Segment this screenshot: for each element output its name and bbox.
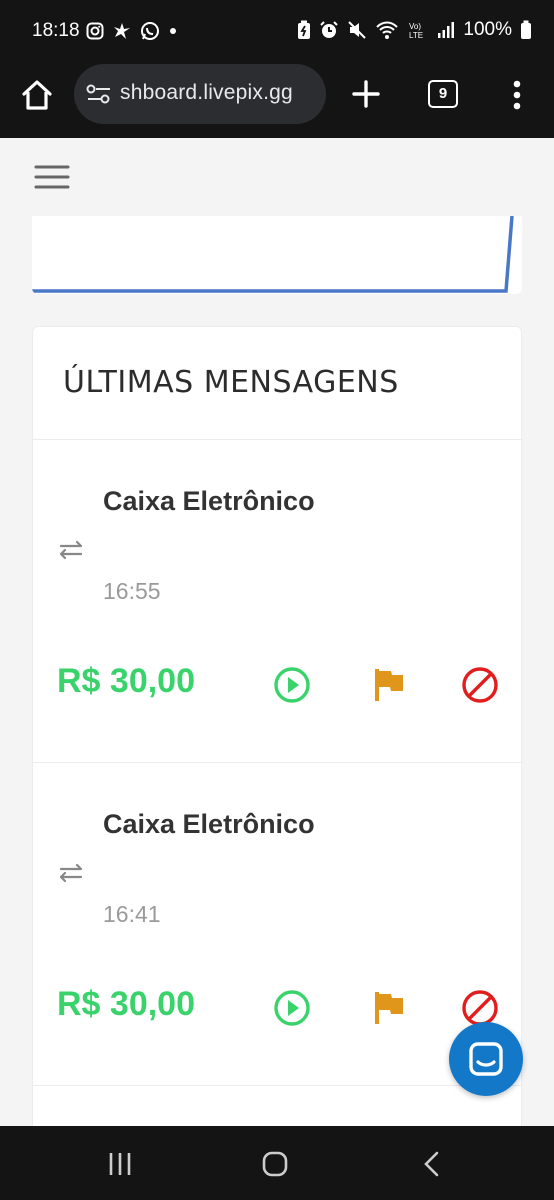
browser-chrome: 18:18 Vo) LTE 100% shboard.livepix.gg 9: [0, 0, 554, 138]
transfer-icon: [59, 863, 83, 883]
divider: [33, 1085, 523, 1086]
system-nav-bar: [0, 1126, 554, 1200]
mute-icon: [348, 21, 367, 39]
battery-saver-icon: [298, 20, 311, 39]
messages-card: ÚLTIMAS MENSAGENS Caixa Eletrônico 16:55…: [32, 326, 523, 1126]
battery-icon: [521, 20, 531, 39]
message-time: 16:55: [103, 578, 161, 604]
hamburger-menu-icon[interactable]: [34, 164, 70, 190]
page-content: ÚLTIMAS MENSAGENS Caixa Eletrônico 16:55…: [0, 138, 554, 1126]
transfer-icon: [59, 540, 83, 560]
status-bar: 18:18 Vo) LTE 100%: [0, 0, 554, 62]
chat-support-button[interactable]: [449, 1022, 523, 1096]
more-options-icon[interactable]: [505, 78, 529, 112]
url-text: shboard.livepix.gg: [120, 81, 293, 104]
message-item: Caixa Eletrônico 16:41 R$ 30,00: [33, 763, 523, 1085]
block-icon[interactable]: [461, 989, 499, 1027]
recent-apps-icon[interactable]: [106, 1150, 134, 1178]
svg-text:Vo): Vo): [409, 22, 421, 31]
address-bar[interactable]: shboard.livepix.gg: [74, 64, 326, 124]
site-settings-icon[interactable]: [86, 82, 112, 106]
alarm-icon: [320, 21, 339, 38]
svg-text:LTE: LTE: [409, 31, 423, 40]
message-time: 16:41: [103, 901, 161, 927]
dot-icon: [170, 28, 176, 34]
home-nav-icon[interactable]: [261, 1150, 289, 1178]
battery-percent: 100%: [463, 19, 512, 40]
status-time: 18:18: [32, 20, 80, 41]
new-tab-icon[interactable]: [350, 78, 382, 110]
message-amount: R$ 30,00: [57, 985, 195, 1023]
block-icon[interactable]: [461, 666, 499, 704]
message-sender: Caixa Eletrônico: [103, 809, 315, 839]
whatsapp-icon: [141, 22, 159, 40]
volte-icon: Vo)LTE: [409, 22, 423, 40]
play-icon[interactable]: [273, 666, 311, 704]
chart-line: [32, 216, 514, 293]
back-icon[interactable]: [418, 1150, 446, 1178]
bird-icon: [114, 23, 130, 39]
flag-icon[interactable]: [371, 989, 409, 1027]
instagram-icon: [86, 22, 104, 40]
status-right: Vo) LTE 100%: [297, 19, 532, 41]
message-amount: R$ 30,00: [57, 662, 195, 700]
flag-icon[interactable]: [371, 666, 409, 704]
play-icon[interactable]: [273, 989, 311, 1027]
wifi-icon: [376, 21, 399, 39]
messages-title: ÚLTIMAS MENSAGENS: [63, 365, 399, 400]
home-icon[interactable]: [20, 78, 54, 112]
tab-switcher-button[interactable]: 9: [428, 80, 458, 108]
chart-card: [32, 216, 522, 294]
message-item: Caixa Eletrônico 16:55 R$ 30,00: [33, 440, 523, 762]
signal-icon: [438, 22, 455, 38]
message-sender: Caixa Eletrônico: [103, 486, 315, 516]
status-left-icons: [86, 21, 178, 41]
chat-icon: [469, 1042, 503, 1076]
